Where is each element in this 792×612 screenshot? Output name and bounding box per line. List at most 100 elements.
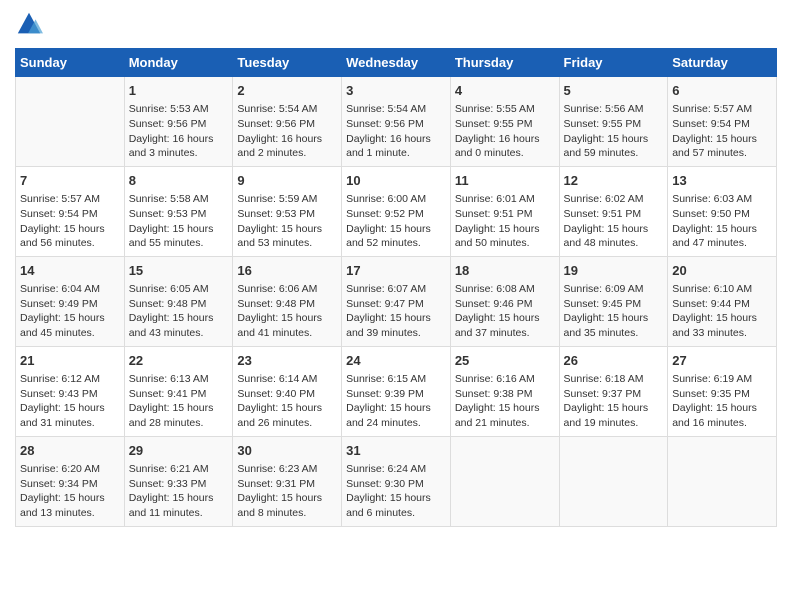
header-row: SundayMondayTuesdayWednesdayThursdayFrid… <box>16 49 777 77</box>
calendar-cell: 3 Sunrise: 5:54 AM Sunset: 9:56 PM Daylig… <box>342 77 451 167</box>
day-info: Sunrise: 5:57 AM Sunset: 9:54 PM Dayligh… <box>20 192 120 251</box>
day-number: 27 <box>672 352 772 370</box>
day-info: Sunrise: 6:19 AM Sunset: 9:35 PM Dayligh… <box>672 372 772 431</box>
day-info: Sunrise: 5:58 AM Sunset: 9:53 PM Dayligh… <box>129 192 229 251</box>
calendar-cell: 21 Sunrise: 6:12 AM Sunset: 9:43 PM Dayli… <box>16 346 125 436</box>
calendar-cell: 22 Sunrise: 6:13 AM Sunset: 9:41 PM Dayli… <box>124 346 233 436</box>
calendar-cell: 26 Sunrise: 6:18 AM Sunset: 9:37 PM Dayli… <box>559 346 668 436</box>
day-number: 26 <box>564 352 664 370</box>
day-info: Sunrise: 6:15 AM Sunset: 9:39 PM Dayligh… <box>346 372 446 431</box>
day-number: 14 <box>20 262 120 280</box>
day-number: 15 <box>129 262 229 280</box>
day-info: Sunrise: 6:02 AM Sunset: 9:51 PM Dayligh… <box>564 192 664 251</box>
day-info: Sunrise: 6:08 AM Sunset: 9:46 PM Dayligh… <box>455 282 555 341</box>
logo <box>15 10 47 38</box>
day-info: Sunrise: 5:53 AM Sunset: 9:56 PM Dayligh… <box>129 102 229 161</box>
day-number: 21 <box>20 352 120 370</box>
day-number: 24 <box>346 352 446 370</box>
calendar-cell: 18 Sunrise: 6:08 AM Sunset: 9:46 PM Dayli… <box>450 256 559 346</box>
calendar-cell: 25Sunrise: 6:16 AM Sunset: 9:38 PM Dayli… <box>450 346 559 436</box>
calendar-cell: 12 Sunrise: 6:02 AM Sunset: 9:51 PM Dayli… <box>559 166 668 256</box>
day-number: 22 <box>129 352 229 370</box>
day-number: 31 <box>346 442 446 460</box>
header-day-thursday: Thursday <box>450 49 559 77</box>
calendar-cell: 16 Sunrise: 6:06 AM Sunset: 9:48 PM Dayli… <box>233 256 342 346</box>
calendar-cell: 6Sunrise: 5:57 AM Sunset: 9:54 PM Daylig… <box>668 77 777 167</box>
day-info: Sunrise: 6:09 AM Sunset: 9:45 PM Dayligh… <box>564 282 664 341</box>
calendar-table: SundayMondayTuesdayWednesdayThursdayFrid… <box>15 48 777 527</box>
calendar-cell: 7 Sunrise: 5:57 AM Sunset: 9:54 PM Daylig… <box>16 166 125 256</box>
day-number: 3 <box>346 82 446 100</box>
day-info: Sunrise: 6:16 AM Sunset: 9:38 PM Dayligh… <box>455 372 555 431</box>
day-info: Sunrise: 6:18 AM Sunset: 9:37 PM Dayligh… <box>564 372 664 431</box>
page-header <box>15 10 777 38</box>
day-info: Sunrise: 5:54 AM Sunset: 9:56 PM Dayligh… <box>237 102 337 161</box>
day-number: 13 <box>672 172 772 190</box>
calendar-cell: 19 Sunrise: 6:09 AM Sunset: 9:45 PM Dayli… <box>559 256 668 346</box>
calendar-cell: 2 Sunrise: 5:54 AM Sunset: 9:56 PM Daylig… <box>233 77 342 167</box>
header-day-monday: Monday <box>124 49 233 77</box>
week-row-1: 1 Sunrise: 5:53 AM Sunset: 9:56 PM Daylig… <box>16 77 777 167</box>
week-row-4: 21 Sunrise: 6:12 AM Sunset: 9:43 PM Dayli… <box>16 346 777 436</box>
day-info: Sunrise: 6:06 AM Sunset: 9:48 PM Dayligh… <box>237 282 337 341</box>
calendar-cell: 4 Sunrise: 5:55 AM Sunset: 9:55 PM Daylig… <box>450 77 559 167</box>
header-day-tuesday: Tuesday <box>233 49 342 77</box>
calendar-cell: 30Sunrise: 6:23 AM Sunset: 9:31 PM Dayli… <box>233 436 342 526</box>
day-info: Sunrise: 6:01 AM Sunset: 9:51 PM Dayligh… <box>455 192 555 251</box>
day-info: Sunrise: 5:55 AM Sunset: 9:55 PM Dayligh… <box>455 102 555 161</box>
day-info: Sunrise: 6:23 AM Sunset: 9:31 PM Dayligh… <box>237 462 337 521</box>
calendar-cell: 20Sunrise: 6:10 AM Sunset: 9:44 PM Dayli… <box>668 256 777 346</box>
day-info: Sunrise: 6:14 AM Sunset: 9:40 PM Dayligh… <box>237 372 337 431</box>
calendar-cell: 10 Sunrise: 6:00 AM Sunset: 9:52 PM Dayli… <box>342 166 451 256</box>
day-info: Sunrise: 6:10 AM Sunset: 9:44 PM Dayligh… <box>672 282 772 341</box>
day-info: Sunrise: 6:07 AM Sunset: 9:47 PM Dayligh… <box>346 282 446 341</box>
week-row-3: 14 Sunrise: 6:04 AM Sunset: 9:49 PM Dayli… <box>16 256 777 346</box>
calendar-cell: 8 Sunrise: 5:58 AM Sunset: 9:53 PM Daylig… <box>124 166 233 256</box>
calendar-cell <box>559 436 668 526</box>
day-info: Sunrise: 5:56 AM Sunset: 9:55 PM Dayligh… <box>564 102 664 161</box>
day-number: 10 <box>346 172 446 190</box>
day-number: 28 <box>20 442 120 460</box>
day-number: 23 <box>237 352 337 370</box>
day-info: Sunrise: 6:13 AM Sunset: 9:41 PM Dayligh… <box>129 372 229 431</box>
day-info: Sunrise: 5:59 AM Sunset: 9:53 PM Dayligh… <box>237 192 337 251</box>
calendar-cell: 15 Sunrise: 6:05 AM Sunset: 9:48 PM Dayli… <box>124 256 233 346</box>
calendar-cell: 31Sunrise: 6:24 AM Sunset: 9:30 PM Dayli… <box>342 436 451 526</box>
day-info: Sunrise: 6:05 AM Sunset: 9:48 PM Dayligh… <box>129 282 229 341</box>
calendar-cell <box>16 77 125 167</box>
calendar-cell: 11 Sunrise: 6:01 AM Sunset: 9:51 PM Dayli… <box>450 166 559 256</box>
day-number: 9 <box>237 172 337 190</box>
day-number: 5 <box>564 82 664 100</box>
day-number: 2 <box>237 82 337 100</box>
day-number: 1 <box>129 82 229 100</box>
calendar-cell: 27 Sunrise: 6:19 AM Sunset: 9:35 PM Dayli… <box>668 346 777 436</box>
day-info: Sunrise: 6:00 AM Sunset: 9:52 PM Dayligh… <box>346 192 446 251</box>
day-info: Sunrise: 6:21 AM Sunset: 9:33 PM Dayligh… <box>129 462 229 521</box>
day-number: 4 <box>455 82 555 100</box>
calendar-cell <box>450 436 559 526</box>
header-day-saturday: Saturday <box>668 49 777 77</box>
calendar-cell: 28 Sunrise: 6:20 AM Sunset: 9:34 PM Dayli… <box>16 436 125 526</box>
day-number: 11 <box>455 172 555 190</box>
header-day-wednesday: Wednesday <box>342 49 451 77</box>
day-number: 8 <box>129 172 229 190</box>
day-number: 29 <box>129 442 229 460</box>
calendar-cell: 13Sunrise: 6:03 AM Sunset: 9:50 PM Dayli… <box>668 166 777 256</box>
week-row-2: 7 Sunrise: 5:57 AM Sunset: 9:54 PM Daylig… <box>16 166 777 256</box>
day-number: 7 <box>20 172 120 190</box>
day-info: Sunrise: 6:12 AM Sunset: 9:43 PM Dayligh… <box>20 372 120 431</box>
day-info: Sunrise: 6:04 AM Sunset: 9:49 PM Dayligh… <box>20 282 120 341</box>
calendar-cell: 29 Sunrise: 6:21 AM Sunset: 9:33 PM Dayli… <box>124 436 233 526</box>
calendar-cell: 5 Sunrise: 5:56 AM Sunset: 9:55 PM Daylig… <box>559 77 668 167</box>
day-number: 17 <box>346 262 446 280</box>
day-number: 16 <box>237 262 337 280</box>
day-number: 18 <box>455 262 555 280</box>
day-number: 12 <box>564 172 664 190</box>
logo-icon <box>15 10 43 38</box>
day-number: 6 <box>672 82 772 100</box>
day-info: Sunrise: 5:54 AM Sunset: 9:56 PM Dayligh… <box>346 102 446 161</box>
day-info: Sunrise: 6:20 AM Sunset: 9:34 PM Dayligh… <box>20 462 120 521</box>
calendar-cell: 17 Sunrise: 6:07 AM Sunset: 9:47 PM Dayli… <box>342 256 451 346</box>
day-number: 19 <box>564 262 664 280</box>
calendar-cell: 1 Sunrise: 5:53 AM Sunset: 9:56 PM Daylig… <box>124 77 233 167</box>
